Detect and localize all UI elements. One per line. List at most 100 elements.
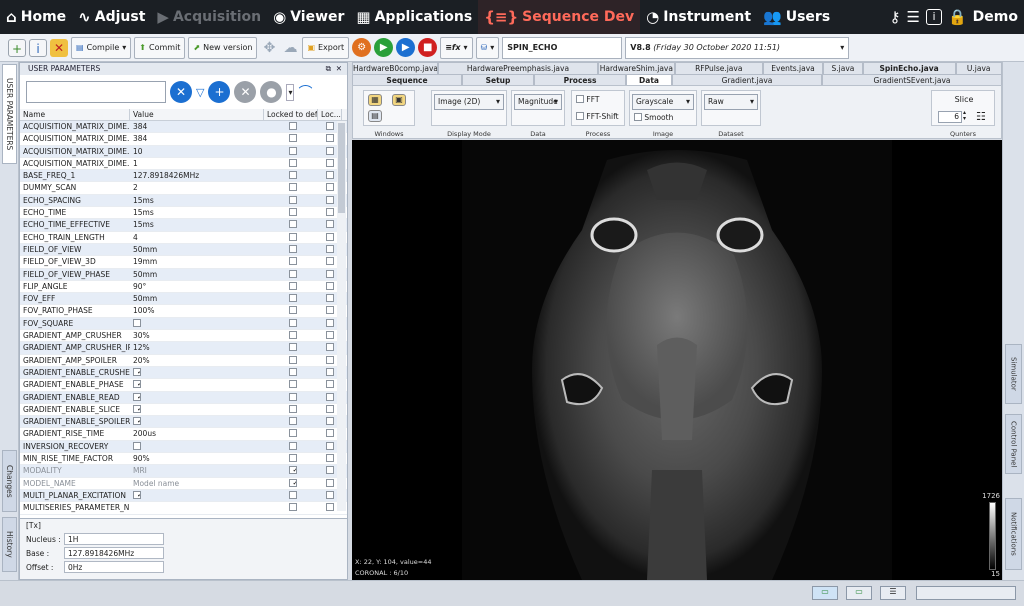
fft-checkbox[interactable]: FFT xyxy=(576,95,599,104)
loc-checkbox[interactable] xyxy=(325,417,334,426)
table-row[interactable]: ECHO_TIME_EFFECTIVE 15ms xyxy=(20,219,347,232)
param-value[interactable]: 90° xyxy=(130,281,264,292)
param-value[interactable]: 50mm xyxy=(130,269,264,280)
table-row[interactable]: INVERSION_RECOVERY xyxy=(20,440,347,454)
version-select[interactable]: V8.8 (Friday 30 October 2020 11:51) ▾ xyxy=(625,36,850,59)
offset-field[interactable]: 0Hz xyxy=(64,561,164,573)
locked-checkbox[interactable] xyxy=(288,331,297,340)
loc-checkbox[interactable] xyxy=(325,220,334,229)
loc-checkbox[interactable] xyxy=(325,208,334,217)
locked-checkbox[interactable] xyxy=(288,158,297,167)
table-row[interactable]: ACQUISITION_MATRIX_DIME... 384 xyxy=(20,133,347,146)
layout-one-button[interactable]: ▭ xyxy=(812,586,838,600)
loc-checkbox[interactable] xyxy=(325,134,334,143)
link-icon[interactable]: ⌒ xyxy=(298,82,312,102)
close-icon[interactable]: ✕ xyxy=(336,63,342,75)
col-loc2[interactable]: Loc... xyxy=(318,109,342,120)
locked-checkbox[interactable] xyxy=(288,183,297,192)
loc-checkbox[interactable] xyxy=(325,306,334,315)
table-row[interactable]: GRADIENT_AMP_SPOILER 20% xyxy=(20,355,347,367)
col-value[interactable]: Value xyxy=(130,109,264,120)
locked-checkbox[interactable] xyxy=(288,208,297,217)
slice-grid-icon[interactable]: ☷ xyxy=(976,110,986,123)
param-value[interactable]: ✓ xyxy=(130,392,264,403)
locked-checkbox[interactable] xyxy=(288,429,297,438)
tab-changes[interactable]: Changes xyxy=(2,450,17,512)
param-value[interactable]: 15ms xyxy=(130,207,264,218)
locked-checkbox[interactable] xyxy=(288,404,297,413)
param-value[interactable]: Model name xyxy=(130,478,264,489)
data-select[interactable]: Magnitude xyxy=(514,94,562,110)
base-field[interactable]: 127.8918426MHz xyxy=(64,547,164,559)
tab-history[interactable]: History xyxy=(2,517,17,572)
param-value[interactable]: 2 xyxy=(130,182,264,193)
key-icon[interactable]: ⚷ xyxy=(890,9,901,25)
param-value[interactable]: 20% xyxy=(130,355,264,366)
checklist-icon[interactable]: ☰ xyxy=(907,9,920,25)
table-row[interactable]: GRADIENT_AMP_CRUSHER_IR 12% xyxy=(20,342,347,355)
loc-checkbox[interactable] xyxy=(325,318,334,327)
param-value[interactable]: 50mm xyxy=(130,293,264,304)
nav-viewer[interactable]: ◉ Viewer xyxy=(267,0,350,34)
param-value-checkbox[interactable] xyxy=(133,318,141,327)
table-row[interactable]: ECHO_SPACING 15ms xyxy=(20,194,347,208)
info-icon[interactable]: i xyxy=(925,9,942,25)
table-row[interactable]: MULTI_PLANAR_EXCITATION ✓ xyxy=(20,489,347,503)
param-value[interactable]: MRI xyxy=(130,465,264,476)
table-row[interactable]: MULTISERIES_PARAMETER_N... xyxy=(20,502,347,515)
loc-checkbox[interactable] xyxy=(325,503,334,512)
fft-shift-checkbox[interactable]: FFT-Shift xyxy=(576,112,619,121)
nav-adjust[interactable]: ∿ Adjust xyxy=(72,0,151,34)
window-single-icon[interactable]: ▣ xyxy=(392,94,406,106)
loc-checkbox[interactable] xyxy=(325,244,334,253)
locked-checkbox[interactable] xyxy=(288,306,297,315)
stop-icon[interactable]: ■ xyxy=(418,38,438,57)
nucleus-select[interactable]: 1H xyxy=(64,533,164,545)
locked-checkbox[interactable] xyxy=(288,232,297,241)
chevron-down-icon[interactable]: ▾ xyxy=(286,83,295,101)
nav-instrument[interactable]: ◔ Instrument xyxy=(640,0,757,34)
file-tab[interactable]: HardwarePreemphasis.java xyxy=(437,62,599,74)
loc-checkbox[interactable] xyxy=(325,146,334,155)
locked-checkbox[interactable] xyxy=(288,171,297,180)
param-value[interactable]: ✓ xyxy=(130,367,264,378)
param-value[interactable]: 200us xyxy=(130,428,264,439)
param-value-checkbox[interactable] xyxy=(133,441,141,450)
loc-checkbox[interactable] xyxy=(325,343,334,352)
locked-checkbox[interactable] xyxy=(288,134,297,143)
loc-checkbox[interactable] xyxy=(325,454,334,463)
table-row[interactable]: FOV_SQUARE xyxy=(20,317,347,331)
delete-file-icon[interactable]: ✕ xyxy=(50,38,68,57)
param-value[interactable]: ✓ xyxy=(130,490,264,501)
table-row[interactable]: FOV_RATIO_PHASE 100% xyxy=(20,305,347,318)
tab-gradientsevent-java[interactable]: GradientSEvent.java xyxy=(822,74,1002,85)
formula-button[interactable]: ≡fx ▾ xyxy=(440,36,473,59)
param-search-input[interactable] xyxy=(26,81,166,103)
add-param-icon[interactable]: + xyxy=(208,81,231,103)
table-row[interactable]: GRADIENT_ENABLE_READ ✓ xyxy=(20,391,347,404)
table-row[interactable]: FIELD_OF_VIEW_3D 19mm xyxy=(20,256,347,269)
loc-checkbox[interactable] xyxy=(325,122,334,130)
param-value-checkbox[interactable]: ✓ xyxy=(133,490,141,499)
param-value[interactable]: 10 xyxy=(130,146,264,157)
table-row[interactable]: ECHO_TIME 15ms xyxy=(20,207,347,220)
loc-checkbox[interactable] xyxy=(325,355,334,364)
loc-checkbox[interactable] xyxy=(325,331,334,340)
loc-checkbox[interactable] xyxy=(325,490,334,499)
table-row[interactable]: GRADIENT_AMP_CRUSHER 30% xyxy=(20,330,347,343)
param-value[interactable] xyxy=(130,318,264,329)
param-value[interactable]: 100% xyxy=(130,305,264,316)
table-row[interactable]: ECHO_TRAIN_LENGTH 4 xyxy=(20,232,347,244)
param-value[interactable]: 1 xyxy=(130,158,264,169)
table-row[interactable]: MODALITY MRI ✓ xyxy=(20,465,347,478)
table-row[interactable]: ACQUISITION_MATRIX_DIME... 10 xyxy=(20,145,347,158)
display-mode-select[interactable]: Image (2D) xyxy=(434,94,504,110)
table-row[interactable]: GRADIENT_RISE_TIME 200us xyxy=(20,428,347,441)
loc-checkbox[interactable] xyxy=(325,466,334,475)
table-row[interactable]: GRADIENT_ENABLE_CRUSHER...✓ xyxy=(20,366,347,380)
tab-notifications[interactable]: Notifications xyxy=(1005,498,1022,570)
table-row[interactable]: GRADIENT_ENABLE_SPOILER✓ xyxy=(20,416,347,429)
param-value[interactable]: 30% xyxy=(130,330,264,341)
table-row[interactable]: GRADIENT_ENABLE_SLICE ✓ xyxy=(20,404,347,417)
nav-home[interactable]: ⌂ Home xyxy=(0,0,72,34)
